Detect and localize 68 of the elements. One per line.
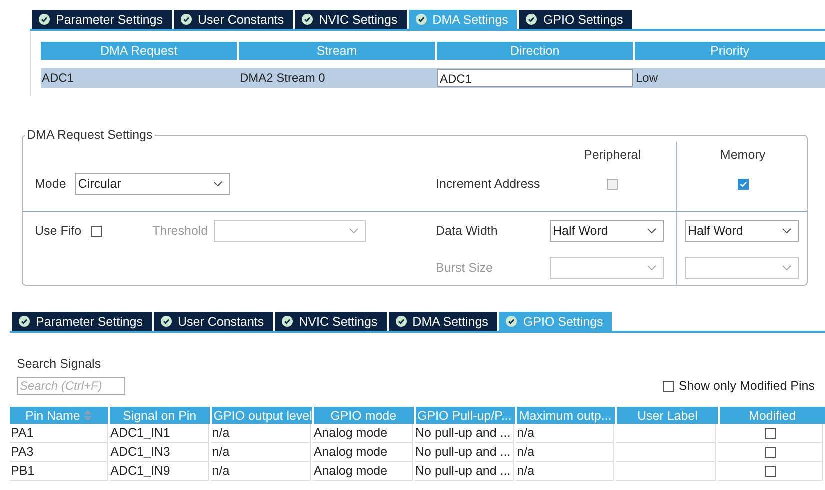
table-cell: ADC1_IN3 (110, 443, 210, 462)
chevron-down-icon (213, 181, 224, 187)
checkbox[interactable] (765, 428, 776, 438)
search-label: Search Signals (17, 357, 102, 371)
table-cell-text: Low (635, 71, 660, 85)
table-cell: PB1 (10, 462, 108, 481)
group-title: DMA Request Settings (26, 128, 154, 142)
tab[interactable]: Parameter Settings (32, 10, 172, 29)
increment-label: Increment Address (436, 177, 542, 191)
check-circle-icon (181, 14, 192, 25)
check-circle-icon (416, 14, 427, 25)
check-circle-icon (506, 316, 518, 327)
tab[interactable]: Parameter Settings (12, 312, 152, 331)
burst-size-label: Burst Size (436, 261, 494, 275)
tab[interactable]: User Constants (174, 10, 294, 29)
tab[interactable]: NVIC Settings (295, 10, 407, 29)
tab[interactable]: DMA Settings (388, 312, 498, 331)
sort-icon (84, 410, 92, 421)
table-cell: n/a (211, 424, 311, 443)
table-cell: ADC1_IN1 (110, 424, 210, 443)
data-width-label: Data Width (436, 224, 499, 238)
checkbox[interactable] (765, 446, 776, 458)
check-circle-icon (19, 316, 30, 327)
checkbox[interactable] (765, 466, 776, 476)
threshold-label: Threshold (152, 224, 208, 238)
column-header: Peripheral (584, 148, 641, 162)
check-circle-icon (526, 14, 538, 25)
tab[interactable]: User Constants (154, 312, 274, 331)
table-cell: No pull-up and ... (414, 443, 514, 462)
table-cell: Analog mode (312, 462, 413, 481)
table-cell: ADC1_IN9 (110, 462, 210, 481)
data-width-dropdown[interactable]: Half Word (550, 220, 664, 242)
tab[interactable]: GPIO Settings (519, 10, 632, 29)
table-cell-text: ADC1 (41, 71, 76, 85)
table-cell: n/a (516, 462, 614, 481)
table-cell: Analog mode (312, 424, 413, 443)
direction-field[interactable]: ADC1 (437, 69, 633, 87)
chevron-down-icon (782, 228, 792, 234)
check-circle-icon (39, 14, 50, 25)
table-cell: n/a (211, 443, 311, 462)
table-cell-text: DMA2 Stream 0 (239, 71, 326, 85)
table-cell: PA3 (10, 443, 108, 462)
column-header: Memory (719, 148, 767, 162)
checkbox[interactable] (738, 178, 748, 190)
table-cell: n/a (516, 443, 614, 462)
data-width-dropdown[interactable]: Half Word (685, 220, 799, 242)
show-modified-checkbox[interactable]: Show only Modified Pins (662, 379, 815, 393)
chevron-down-icon (782, 265, 792, 271)
table-cell: n/a (516, 424, 614, 443)
table-cell: PA1 (10, 424, 108, 443)
check-circle-icon (396, 316, 407, 327)
table-cell: n/a (211, 462, 311, 481)
chevron-down-icon (349, 228, 360, 234)
chevron-down-icon (647, 228, 657, 234)
check-circle-icon (161, 316, 172, 327)
check-circle-icon (282, 316, 294, 327)
search-field[interactable]: Search (Ctrl+F) (17, 377, 125, 395)
table-cell: No pull-up and ... (414, 424, 514, 443)
mode-label: Mode (35, 177, 66, 191)
table-cell: Analog mode (312, 443, 413, 462)
table-cell: No pull-up and ... (414, 462, 514, 481)
tab[interactable]: NVIC Settings (275, 312, 387, 331)
check-circle-icon (302, 14, 314, 25)
table-row[interactable]: ADC1 DMA2 Stream 0 ADC1 Low (41, 68, 825, 88)
checkbox[interactable] (90, 226, 102, 236)
mode-dropdown[interactable]: Circular (75, 173, 230, 195)
chevron-down-icon (647, 265, 657, 271)
fifo-label: Use Fifo (35, 224, 82, 238)
